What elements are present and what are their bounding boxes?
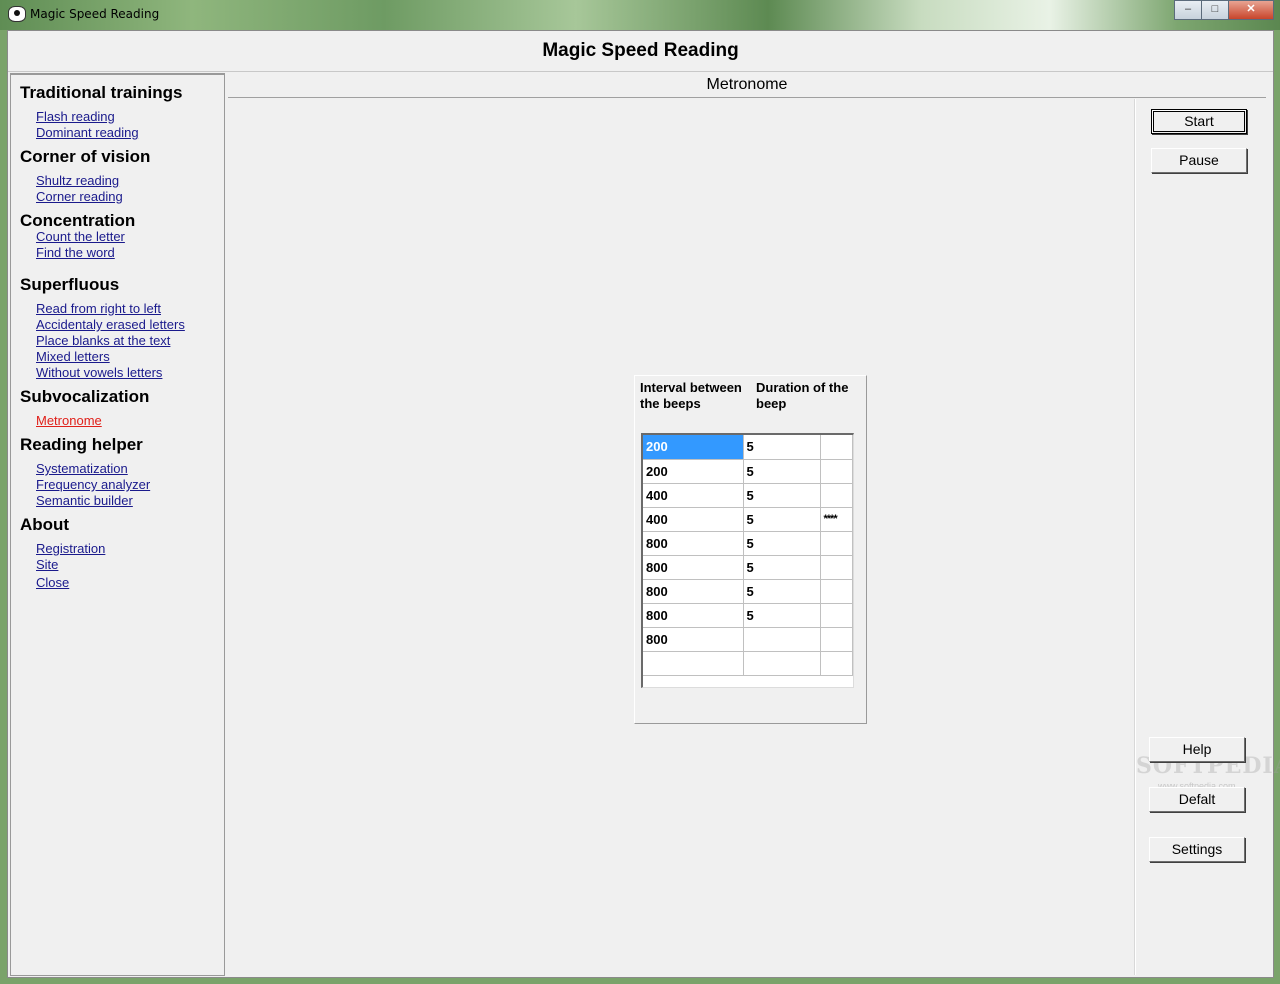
section-traditional-trainings: Traditional trainings <box>20 83 183 102</box>
metronome-grid-panel: Interval between the beeps Duration of t… <box>634 375 867 724</box>
close-window-button[interactable]: ✕ <box>1228 0 1274 20</box>
link-accidentaly-erased-letters[interactable]: Accidentaly erased letters <box>36 317 185 332</box>
link-find-the-word[interactable]: Find the word <box>36 245 115 260</box>
table-row[interactable]: 200 5 <box>643 459 853 484</box>
table-row[interactable]: 800 5 <box>643 555 853 580</box>
link-flash-reading[interactable]: Flash reading <box>36 109 115 124</box>
grid-cell[interactable] <box>820 459 853 484</box>
column-header-duration: Duration of the beep <box>756 380 848 412</box>
window-titlebar[interactable]: Magic Speed Reading – □ ✕ <box>0 0 1280 30</box>
link-mixed-letters[interactable]: Mixed letters <box>36 349 110 364</box>
section-reading-helper: Reading helper <box>20 435 143 454</box>
table-row[interactable]: 200 5 <box>643 435 853 460</box>
link-systematization[interactable]: Systematization <box>36 461 128 476</box>
start-button[interactable]: Start <box>1151 109 1247 134</box>
header-line: beep <box>756 396 787 411</box>
link-site[interactable]: Site <box>36 557 58 572</box>
grid-cell[interactable] <box>643 651 744 676</box>
grid-cell[interactable]: 800 <box>643 603 744 628</box>
grid-cell[interactable]: 800 <box>643 555 744 580</box>
beep-grid[interactable]: 200 5 200 5 400 5 400 5 **** 800 5 800 5 800 5 8… <box>641 433 854 688</box>
grid-cell[interactable] <box>820 579 853 604</box>
grid-cell[interactable]: 400 <box>643 507 744 532</box>
window-controls: – □ ✕ <box>1174 0 1274 20</box>
table-row[interactable]: 800 <box>643 627 853 652</box>
grid-cell[interactable]: 5 <box>743 579 821 604</box>
table-row[interactable]: 800 5 <box>643 531 853 556</box>
table-row[interactable]: 800 5 <box>643 603 853 628</box>
grid-cell[interactable] <box>743 627 821 652</box>
section-concentration: Concentration <box>20 211 136 230</box>
link-frequency-analyzer[interactable]: Frequency analyzer <box>36 477 150 492</box>
link-shultz-reading[interactable]: Shultz reading <box>36 173 119 188</box>
grid-cell[interactable]: 5 <box>743 531 821 556</box>
link-metronome[interactable]: Metronome <box>36 413 102 428</box>
grid-cell[interactable] <box>820 651 853 676</box>
pause-button[interactable]: Pause <box>1151 148 1247 173</box>
table-row[interactable]: 400 5 <box>643 483 853 508</box>
grid-cell[interactable]: 5 <box>743 435 821 460</box>
grid-cell[interactable]: **** <box>820 507 853 532</box>
minimize-button[interactable]: – <box>1174 0 1202 20</box>
default-button[interactable]: Defalt <box>1149 787 1245 812</box>
grid-cell[interactable] <box>820 531 853 556</box>
section-header: Metronome <box>228 73 1266 98</box>
link-read-right-to-left[interactable]: Read from right to left <box>36 301 161 316</box>
divider <box>1135 99 1136 975</box>
grid-cell[interactable]: 800 <box>643 531 744 556</box>
section-superfluous: Superfluous <box>20 275 120 294</box>
grid-cell[interactable]: 800 <box>643 627 744 652</box>
link-registration[interactable]: Registration <box>36 541 105 556</box>
app-client-area: Magic Speed Reading Traditional training… <box>7 30 1280 978</box>
table-row[interactable]: 800 5 <box>643 579 853 604</box>
grid-cell[interactable] <box>820 483 853 508</box>
grid-cell[interactable]: 5 <box>743 603 821 628</box>
column-header-interval: Interval between the beeps <box>640 380 742 412</box>
header-line: the beeps <box>640 396 701 411</box>
grid-cell[interactable]: 5 <box>743 459 821 484</box>
grid-cell[interactable] <box>820 627 853 652</box>
window-title: Magic Speed Reading <box>30 7 160 21</box>
grid-cell[interactable]: 200 <box>643 459 744 484</box>
grid-cell[interactable]: 5 <box>743 555 821 580</box>
grid-cell[interactable]: 5 <box>743 507 821 532</box>
grid-cell[interactable]: 200 <box>643 435 744 460</box>
header-line: Duration of the <box>756 380 849 395</box>
table-row[interactable]: 400 5 **** <box>643 507 853 532</box>
app-title: Magic Speed Reading <box>8 31 1273 72</box>
maximize-button[interactable]: □ <box>1201 0 1229 20</box>
sidebar: Traditional trainings Flash reading Domi… <box>10 73 225 976</box>
header-line: Interval between <box>640 380 742 395</box>
grid-cell[interactable]: 400 <box>643 483 744 508</box>
link-dominant-reading[interactable]: Dominant reading <box>36 125 139 140</box>
link-close[interactable]: Close <box>36 575 69 590</box>
link-corner-reading[interactable]: Corner reading <box>36 189 123 204</box>
grid-cell[interactable] <box>743 651 821 676</box>
grid-cell[interactable] <box>820 603 853 628</box>
link-count-the-letter[interactable]: Count the letter <box>36 229 125 244</box>
link-semantic-builder[interactable]: Semantic builder <box>36 493 133 508</box>
settings-button[interactable]: Settings <box>1149 837 1245 862</box>
grid-cell[interactable] <box>820 555 853 580</box>
eye-icon <box>8 6 26 22</box>
help-button[interactable]: Help <box>1149 737 1245 762</box>
section-subvocalization: Subvocalization <box>20 387 150 406</box>
grid-cell[interactable]: 800 <box>643 579 744 604</box>
link-without-vowels[interactable]: Without vowels letters <box>36 365 162 380</box>
grid-cell[interactable] <box>820 435 853 460</box>
link-place-blanks[interactable]: Place blanks at the text <box>36 333 170 348</box>
table-row[interactable] <box>643 651 853 676</box>
section-corner-of-vision: Corner of vision <box>20 147 151 166</box>
section-about: About <box>20 515 70 534</box>
grid-cell[interactable]: 5 <box>743 483 821 508</box>
